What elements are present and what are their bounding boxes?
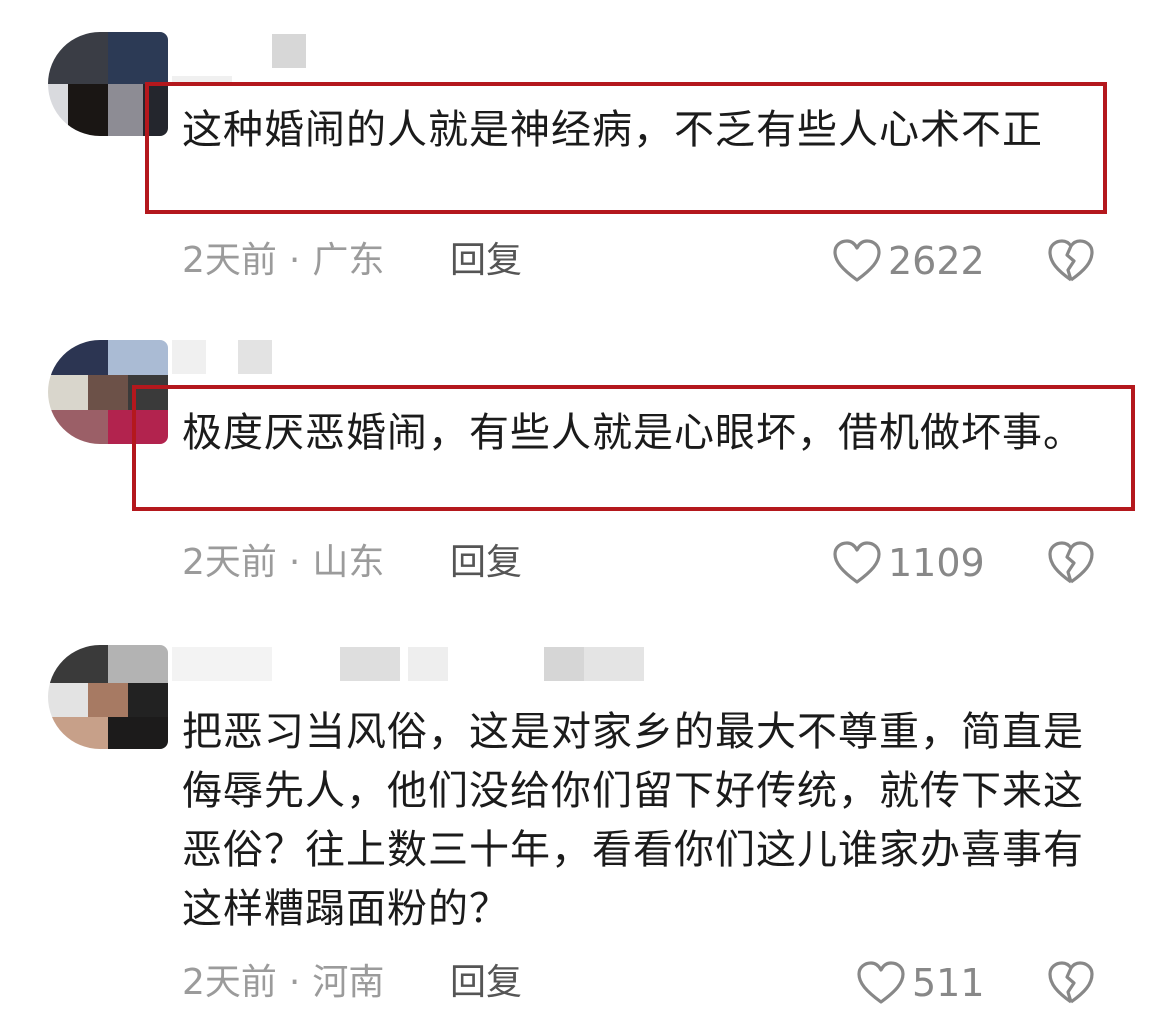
like-button[interactable]: 511 <box>856 958 985 1008</box>
reply-button[interactable]: 回复 <box>450 958 522 1008</box>
comment-text: 把恶习当风俗，这是对家乡的最大不尊重，简直是侮辱先人，他们没给你们留下好传统，就… <box>182 709 1084 932</box>
comment-item: 把恶习当风俗，这是对家乡的最大不尊重，简直是侮辱先人，他们没给你们留下好传统，就… <box>0 0 1152 1032</box>
meta-separator: · <box>288 962 301 1003</box>
comment-time: 2天前 <box>182 962 277 1003</box>
comment-meta: 2天前 · 河南 <box>182 958 384 1008</box>
dislike-button[interactable] <box>1046 958 1096 1008</box>
broken-heart-icon <box>1048 961 1094 1004</box>
heart-outline-icon <box>857 961 905 1004</box>
comment-location: 河南 <box>312 962 385 1003</box>
avatar[interactable] <box>48 645 168 749</box>
username-redacted[interactable] <box>172 647 692 681</box>
like-count: 511 <box>912 961 985 1005</box>
